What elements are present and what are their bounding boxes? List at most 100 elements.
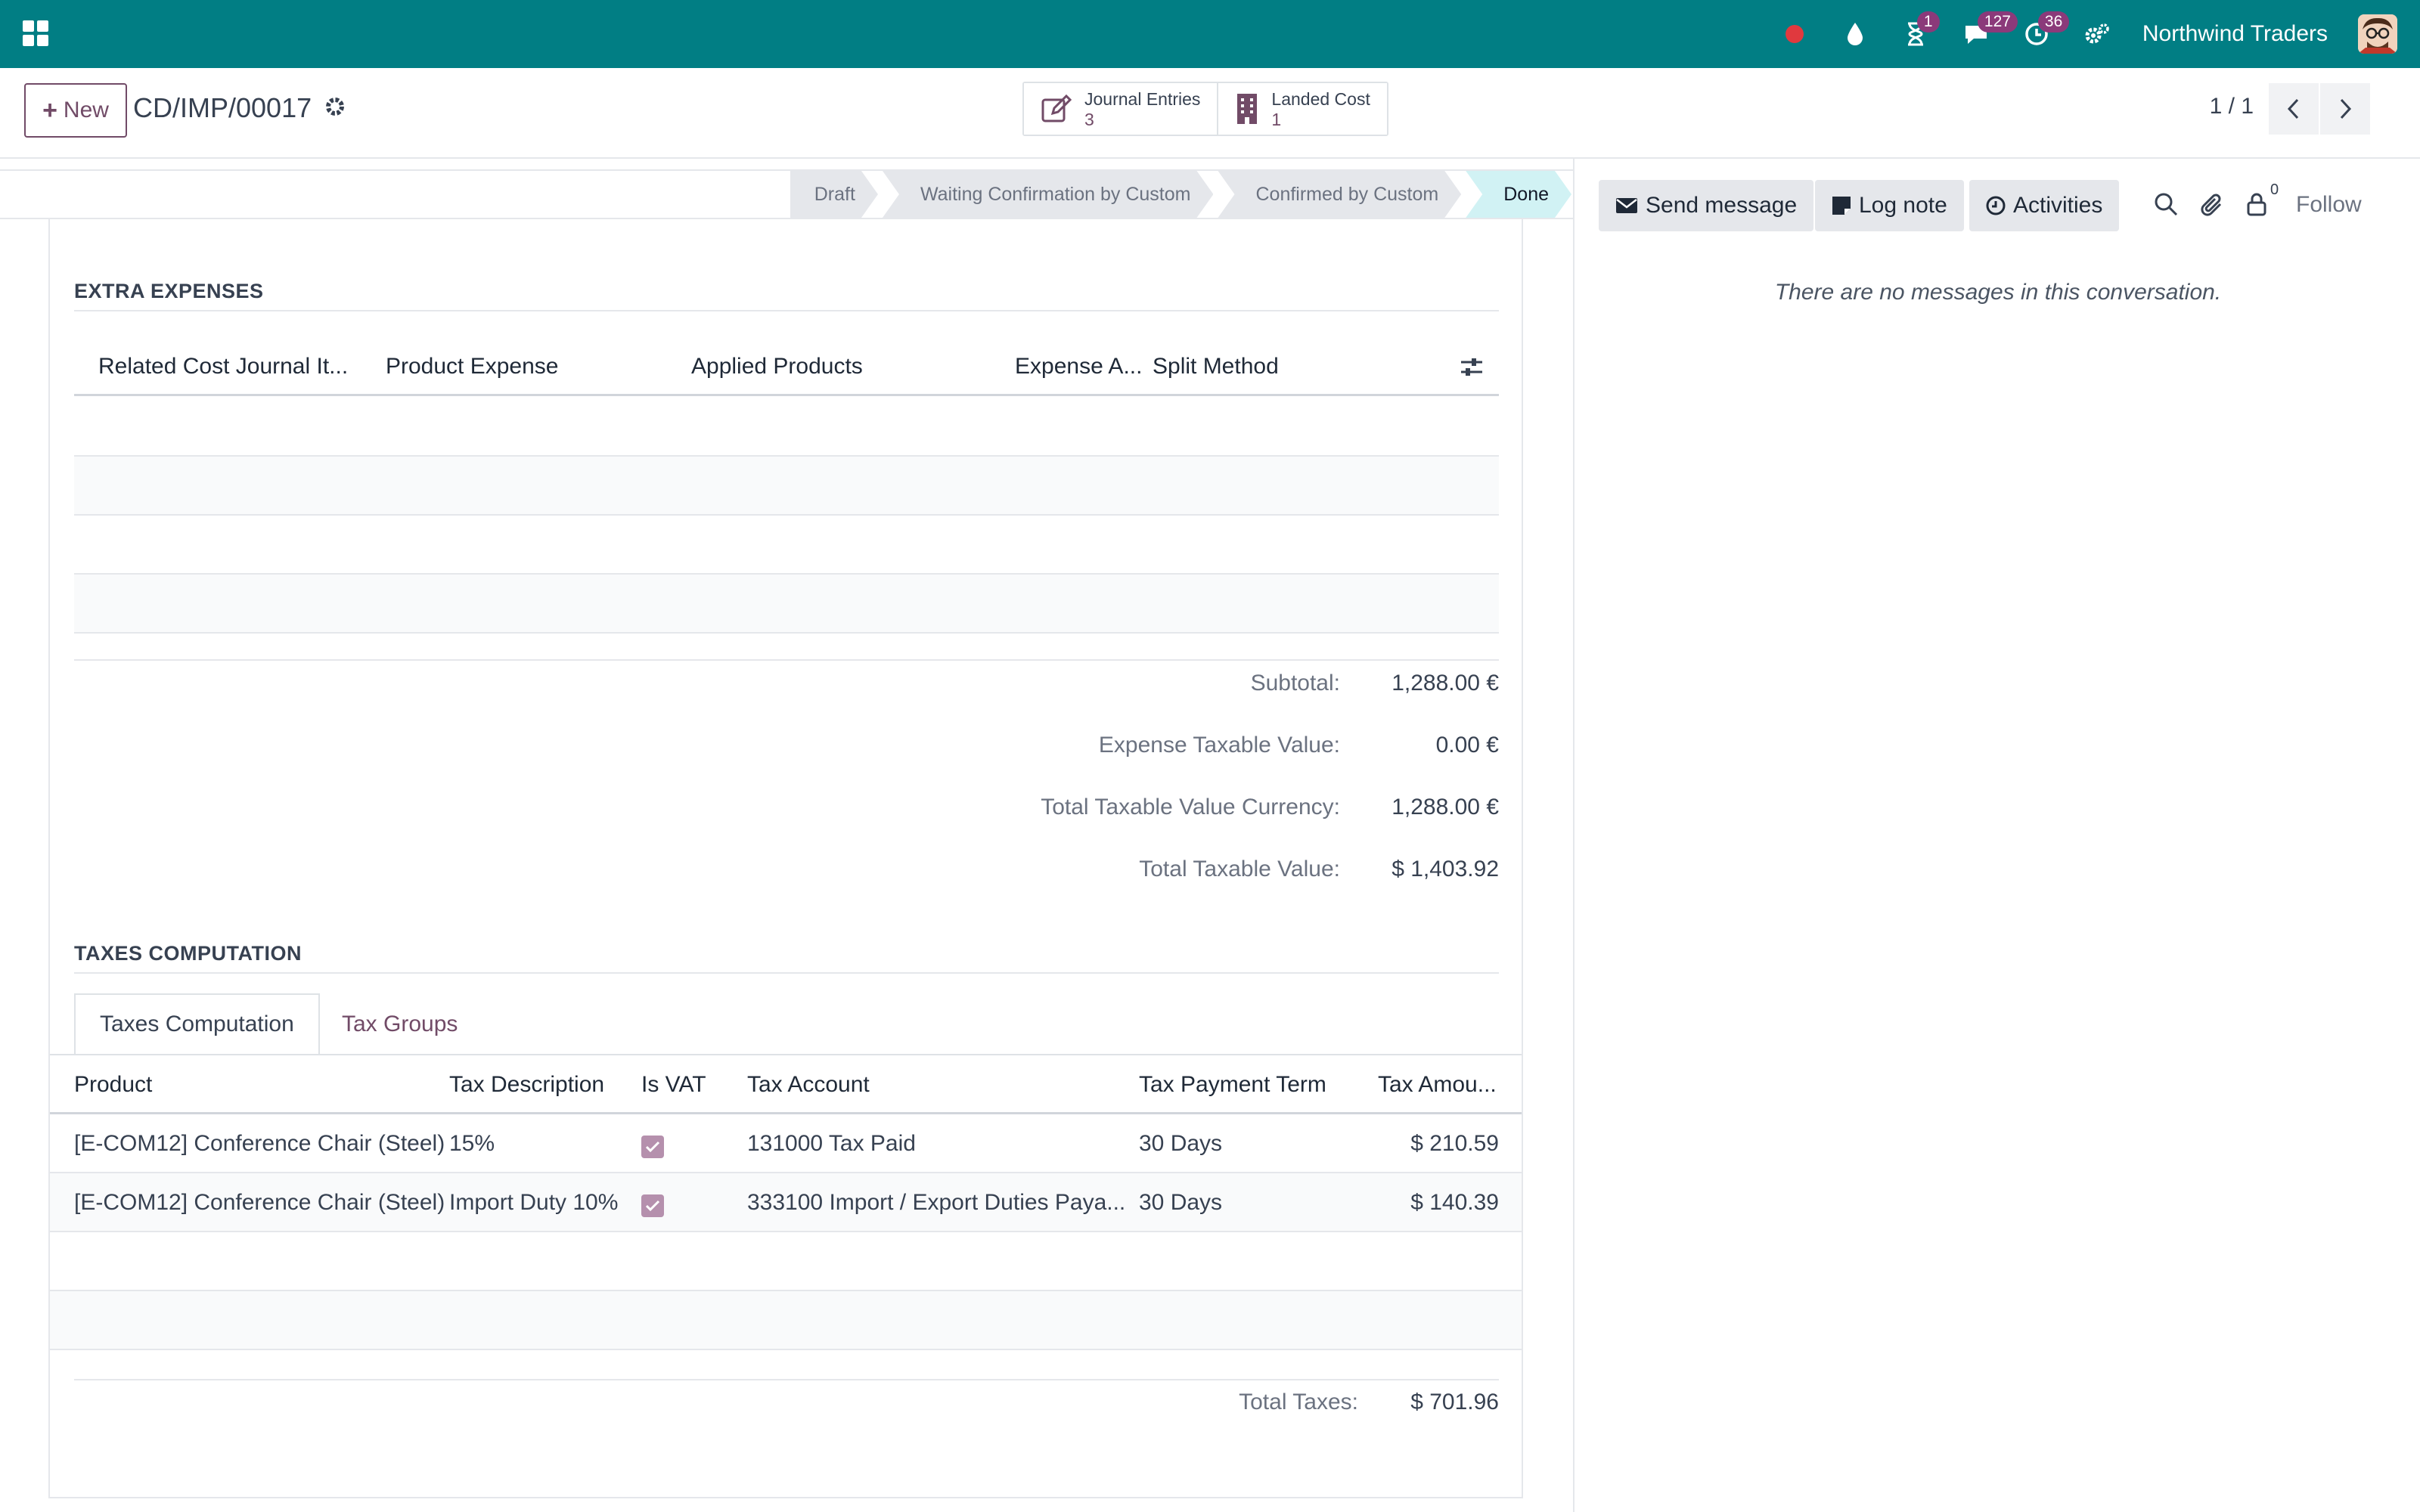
subtotal-label: Subtotal: <box>1250 671 1340 696</box>
stage-draft[interactable]: Draft <box>790 171 878 218</box>
stage-confirmed[interactable]: Confirmed by Custom <box>1218 171 1461 218</box>
cell-tax-amount: $ 210.59 <box>1410 1131 1499 1156</box>
gear-icon[interactable] <box>324 95 346 124</box>
chevron-left-icon <box>2287 98 2299 119</box>
send-message-label: Send message <box>1646 193 1798 218</box>
plus-icon: + <box>42 95 57 125</box>
expenses-table-header: Related Cost Journal It... Product Expen… <box>74 337 1499 396</box>
search-icon[interactable] <box>2154 192 2178 222</box>
col-is-vat[interactable]: Is VAT <box>641 1072 706 1098</box>
empty-conversation-message: There are no messages in this conversati… <box>1774 280 2222 305</box>
optional-columns-icon[interactable] <box>1460 357 1484 384</box>
subtotal-value: 1,288.00 € <box>1392 671 1499 696</box>
col-tax-payment-term[interactable]: Tax Payment Term <box>1139 1072 1326 1098</box>
notebook-tabs: Taxes Computation Tax Groups <box>74 993 1499 1055</box>
is-vat-checkbox[interactable] <box>641 1194 664 1217</box>
cell-tax-account: 131000 Tax Paid <box>747 1131 916 1156</box>
table-row[interactable] <box>74 457 1499 516</box>
totals-divider <box>74 1379 1499 1380</box>
checkmark-icon <box>645 1200 660 1212</box>
col-product-expense[interactable]: Product Expense <box>386 354 558 380</box>
landed-cost-count: 1 <box>1271 110 1282 129</box>
chevron-right-icon <box>2340 98 2352 119</box>
table-row[interactable]: [E-COM12] Conference Chair (Steel) Impor… <box>50 1173 1522 1232</box>
activities-button[interactable]: Activities <box>1969 180 2120 231</box>
activities-badge: 1 <box>1916 11 1940 33</box>
table-row[interactable] <box>74 516 1499 575</box>
clock-icon <box>1986 196 2006 215</box>
cell-product: [E-COM12] Conference Chair (Steel) <box>74 1131 445 1156</box>
is-vat-checkbox[interactable] <box>641 1136 664 1158</box>
total-taxable-value: $ 1,403.92 <box>1392 857 1499 881</box>
total-taxes-label: Total Taxes: <box>1239 1390 1358 1414</box>
col-expense-amount[interactable]: Expense A... <box>1015 354 1142 380</box>
clock-icon[interactable]: 36 <box>2021 11 2070 49</box>
building-icon <box>1237 94 1258 124</box>
landed-cost-button[interactable]: Landed Cost 1 <box>1218 83 1387 135</box>
table-row[interactable] <box>74 575 1499 634</box>
cell-tax-description: Import Duty 10% <box>449 1190 619 1215</box>
user-avatar[interactable] <box>2358 14 2397 54</box>
record-breadcrumb-title: CD/IMP/00017 <box>133 92 312 123</box>
cell-tax-payment-term: 30 Days <box>1139 1190 1223 1215</box>
activity-hourglass-icon[interactable]: 1 <box>1900 11 1940 49</box>
section-divider <box>74 310 1499 311</box>
messaging-icon[interactable]: 127 <box>1961 11 2018 49</box>
total-taxable-currency-label: Total Taxable Value Currency: <box>1041 795 1340 820</box>
stage-pipeline: Draft Waiting Confirmation by Custom Con… <box>786 171 1571 218</box>
cell-tax-description: 15% <box>449 1131 495 1156</box>
followers-lock-icon[interactable]: 0 <box>2246 181 2279 222</box>
follow-button[interactable]: Follow <box>2296 192 2362 218</box>
col-split-method[interactable]: Split Method <box>1153 354 1279 380</box>
cell-tax-account: 333100 Import / Export Duties Paya... <box>747 1190 1126 1215</box>
col-related-cost[interactable]: Related Cost Journal It... <box>98 354 348 380</box>
new-button[interactable]: + New <box>24 83 127 138</box>
settings-gears-icon[interactable] <box>2082 19 2112 49</box>
pager-value[interactable]: 1 / 1 <box>2210 94 2254 119</box>
pager-next-button[interactable] <box>2320 83 2370 135</box>
activities-label: Activities <box>2013 193 2103 218</box>
col-tax-description[interactable]: Tax Description <box>449 1072 604 1098</box>
drop-icon[interactable] <box>1840 19 1870 49</box>
table-row[interactable]: [E-COM12] Conference Chair (Steel) 15% 1… <box>50 1114 1522 1173</box>
stage-waiting-confirmation[interactable]: Waiting Confirmation by Custom <box>883 171 1214 218</box>
cell-tax-amount: $ 140.39 <box>1410 1190 1499 1215</box>
envelope-icon <box>1616 198 1637 213</box>
pager-previous-button[interactable] <box>2269 83 2319 135</box>
total-taxable-label: Total Taxable Value: <box>1139 857 1340 881</box>
expense-taxable-label: Expense Taxable Value: <box>1098 733 1340 758</box>
company-name[interactable]: Northwind Traders <box>2142 21 2328 47</box>
tab-tax-groups[interactable]: Tax Groups <box>318 993 482 1055</box>
new-button-label: New <box>63 98 109 122</box>
status-bar: Draft Waiting Confirmation by Custom Con… <box>0 169 1573 219</box>
smart-buttons: Journal Entries 3 Landed Cost 1 <box>1022 82 1388 136</box>
col-product[interactable]: Product <box>74 1072 152 1098</box>
col-tax-account[interactable]: Tax Account <box>747 1072 870 1098</box>
taxes-computation-title: TAXES COMPUTATION <box>74 942 302 965</box>
paperclip-icon[interactable] <box>2201 192 2225 224</box>
log-note-label: Log note <box>1859 193 1947 218</box>
cell-product: [E-COM12] Conference Chair (Steel) <box>74 1190 445 1215</box>
sticky-note-icon <box>1832 197 1851 215</box>
top-navbar: 1 127 36 Northwind Traders <box>0 0 2420 68</box>
journal-entries-label: Journal Entries <box>1084 89 1201 109</box>
form-sheet: EXTRA EXPENSES Related Cost Journal It..… <box>48 219 1523 1498</box>
record-status-icon[interactable] <box>1779 19 1810 49</box>
table-row[interactable] <box>50 1291 1522 1350</box>
taxes-table-header: Product Tax Description Is VAT Tax Accou… <box>50 1055 1522 1114</box>
tab-taxes-computation[interactable]: Taxes Computation <box>74 993 320 1055</box>
col-applied-products[interactable]: Applied Products <box>691 354 863 380</box>
apps-menu-icon[interactable] <box>23 20 48 46</box>
landed-cost-label: Landed Cost <box>1271 89 1370 109</box>
log-note-button[interactable]: Log note <box>1815 180 1964 231</box>
stage-done[interactable]: Done <box>1466 171 1571 218</box>
totals-divider <box>74 659 1499 661</box>
table-row[interactable] <box>50 1232 1522 1291</box>
total-taxable-currency-value: 1,288.00 € <box>1392 795 1499 820</box>
col-tax-amount[interactable]: Tax Amou... <box>1378 1072 1497 1098</box>
table-row[interactable] <box>74 398 1499 457</box>
followers-count: 0 <box>2270 181 2279 198</box>
journal-entries-button[interactable]: Journal Entries 3 <box>1024 83 1219 135</box>
total-taxes-value: $ 701.96 <box>1410 1390 1499 1414</box>
send-message-button[interactable]: Send message <box>1599 180 1814 231</box>
